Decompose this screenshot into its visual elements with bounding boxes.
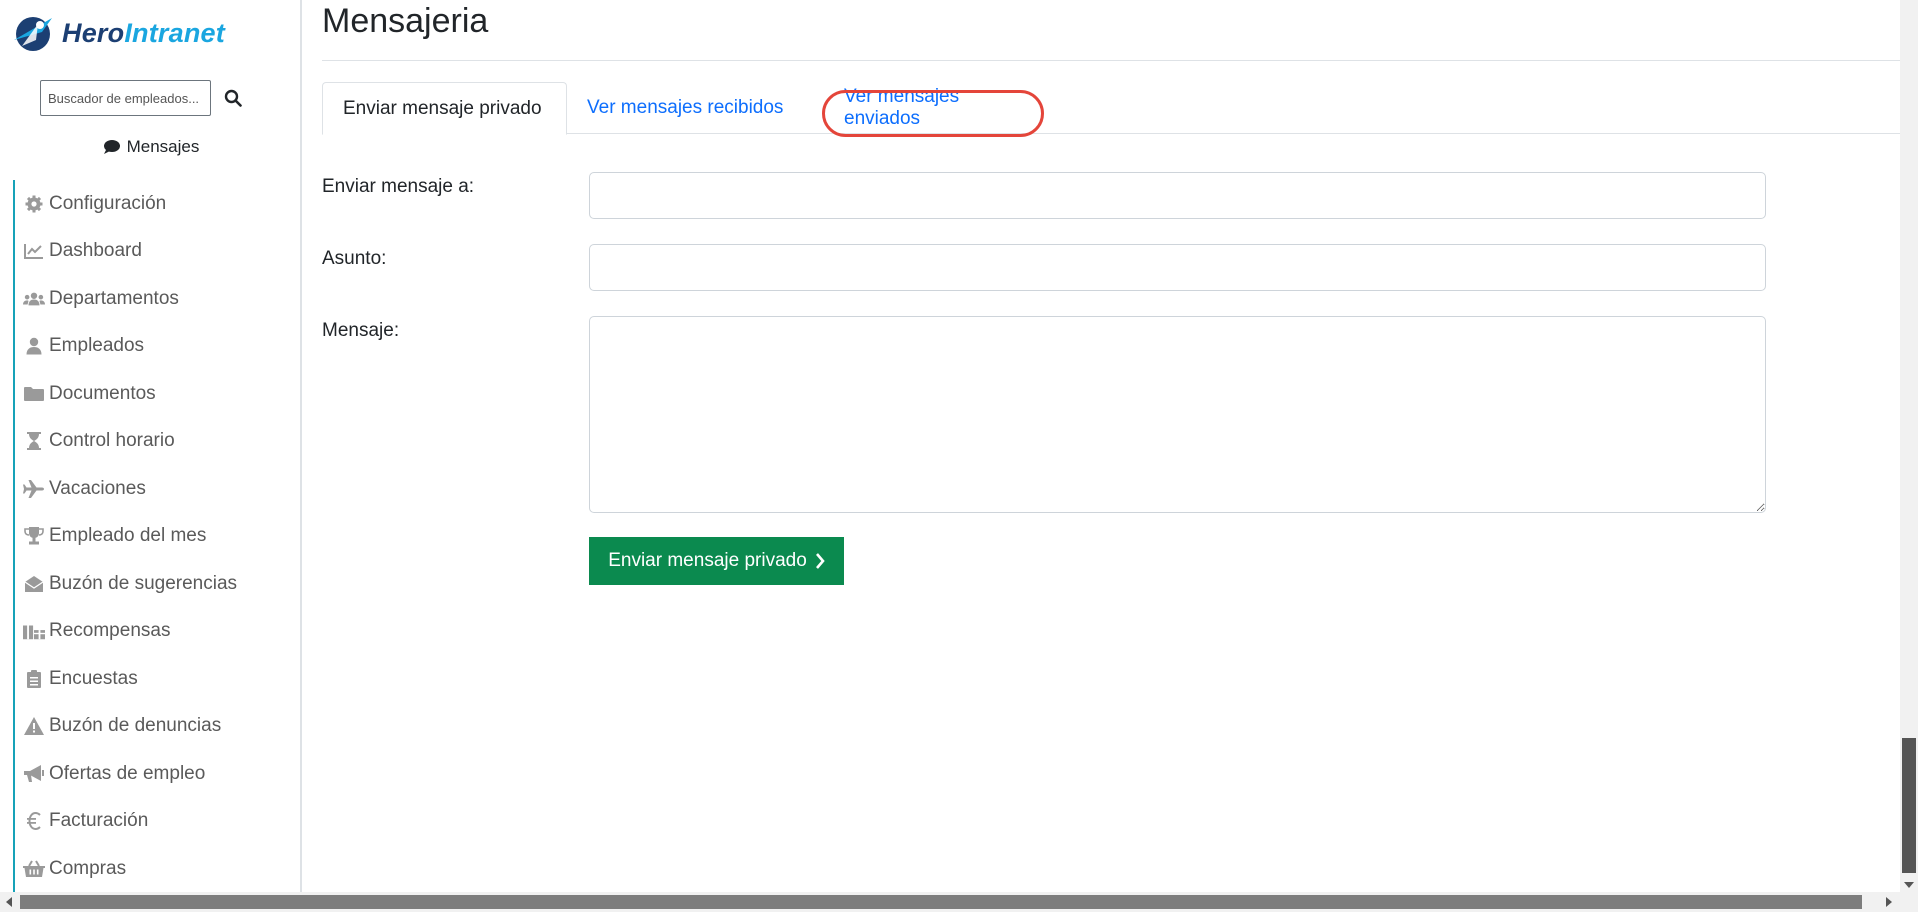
sidebar-item-label: Documentos: [49, 382, 156, 404]
plane-icon: [23, 479, 45, 499]
sidebar-item-label: Ofertas de empleo: [49, 762, 206, 784]
sidebar-item-label: Configuración: [49, 192, 167, 214]
search-button[interactable]: [219, 80, 247, 116]
sidebar-item-label: Buzón de sugerencias: [49, 572, 238, 594]
brand-name-part1: Hero: [62, 17, 125, 48]
message-tabs: Enviar mensaje privado Ver mensajes reci…: [322, 82, 1900, 135]
sidebar: HeroIntranet Mensajes Configuración Dash…: [0, 0, 302, 892]
sidebar-item-facturacion[interactable]: Facturación: [15, 798, 293, 846]
tab-received-messages[interactable]: Ver mensajes recibidos: [567, 82, 805, 134]
search-icon: [224, 89, 242, 107]
hero-logo-icon: [14, 17, 52, 51]
sidebar-item-label: Encuestas: [49, 667, 138, 689]
sidebar-nav: Configuración Dashboard Departamentos Em…: [13, 180, 293, 892]
brand-logo[interactable]: HeroIntranet: [8, 10, 225, 56]
sidebar-item-compras[interactable]: Compras: [15, 845, 293, 892]
sidebar-item-buzon-sugerencias[interactable]: Buzón de sugerencias: [15, 560, 293, 608]
employee-search: [40, 80, 247, 116]
users-icon: [23, 289, 45, 309]
folder-icon: [23, 384, 45, 404]
recipient-label: Enviar mensaje a:: [322, 176, 475, 197]
scroll-right-arrow-icon[interactable]: [1886, 897, 1892, 907]
user-icon: [23, 336, 45, 356]
tab-label: Enviar mensaje privado: [343, 97, 542, 119]
clipboard-list-icon: [23, 669, 45, 689]
chevron-right-icon: [815, 553, 825, 569]
envelope-open-icon: [23, 574, 45, 594]
tab-label: Ver mensajes enviados: [844, 86, 960, 129]
sidebar-item-label: Empleado del mes: [49, 525, 207, 547]
messages-link[interactable]: Mensajes: [0, 137, 300, 157]
gifts-icon: [23, 621, 45, 641]
sidebar-item-label: Vacaciones: [49, 477, 146, 499]
sidebar-item-control-horario[interactable]: Control horario: [15, 418, 293, 466]
sidebar-item-label: Empleados: [49, 335, 145, 357]
send-private-message-button[interactable]: Enviar mensaje privado: [589, 537, 844, 585]
page-title: Mensajeria: [322, 2, 489, 40]
sidebar-item-dashboard[interactable]: Dashboard: [15, 228, 293, 276]
subject-input[interactable]: [589, 244, 1766, 291]
sidebar-item-departamentos[interactable]: Departamentos: [15, 275, 293, 323]
megaphone-icon: [23, 764, 45, 784]
chart-line-icon: [23, 241, 45, 261]
brand-name-part2: Intranet: [124, 17, 225, 48]
comment-icon: [103, 140, 120, 154]
sidebar-item-empleados[interactable]: Empleados: [15, 323, 293, 371]
message-textarea[interactable]: [589, 316, 1766, 513]
vertical-scrollbar-thumb[interactable]: [1902, 738, 1916, 873]
gear-icon: [23, 194, 45, 214]
sidebar-item-label: Dashboard: [49, 240, 142, 262]
sidebar-item-vacaciones[interactable]: Vacaciones: [15, 465, 293, 513]
warning-icon: [23, 716, 45, 736]
sidebar-item-empleado-del-mes[interactable]: Empleado del mes: [15, 513, 293, 561]
trophy-icon: [23, 526, 45, 546]
horizontal-scrollbar[interactable]: [0, 892, 1918, 912]
sidebar-item-label: Compras: [49, 857, 127, 879]
brand-name: HeroIntranet: [62, 18, 225, 49]
message-label: Mensaje:: [322, 320, 400, 341]
basket-icon: [23, 859, 45, 879]
tab-send-private-message[interactable]: Enviar mensaje privado: [322, 82, 567, 135]
sidebar-item-label: Departamentos: [49, 287, 179, 309]
title-divider: [322, 60, 1900, 61]
scroll-down-arrow-icon[interactable]: [1904, 882, 1914, 888]
messages-link-label: Mensajes: [126, 137, 200, 156]
subject-label: Asunto:: [322, 248, 387, 269]
sidebar-item-label: Recompensas: [49, 620, 171, 642]
tab-label: Ver mensajes recibidos: [587, 97, 784, 118]
sidebar-item-label: Control horario: [49, 430, 175, 452]
sidebar-item-ofertas-empleo[interactable]: Ofertas de empleo: [15, 750, 293, 798]
horizontal-scrollbar-thumb[interactable]: [20, 895, 1862, 909]
vertical-scrollbar[interactable]: [1900, 0, 1918, 892]
sidebar-item-buzon-denuncias[interactable]: Buzón de denuncias: [15, 703, 293, 751]
sidebar-item-documentos[interactable]: Documentos: [15, 370, 293, 418]
sidebar-item-label: Facturación: [49, 810, 149, 832]
sidebar-item-configuracion[interactable]: Configuración: [15, 180, 293, 228]
scroll-left-arrow-icon[interactable]: [6, 897, 12, 907]
sidebar-item-recompensas[interactable]: Recompensas: [15, 608, 293, 656]
employee-search-input[interactable]: [40, 80, 211, 116]
hourglass-icon: [23, 431, 45, 451]
tab-sent-messages[interactable]: Ver mensajes enviados: [824, 82, 1049, 134]
send-button-label: Enviar mensaje privado: [608, 550, 807, 571]
sidebar-item-encuestas[interactable]: Encuestas: [15, 655, 293, 703]
sidebar-item-label: Buzón de denuncias: [49, 715, 222, 737]
euro-icon: [23, 811, 45, 831]
recipient-input[interactable]: [589, 172, 1766, 219]
